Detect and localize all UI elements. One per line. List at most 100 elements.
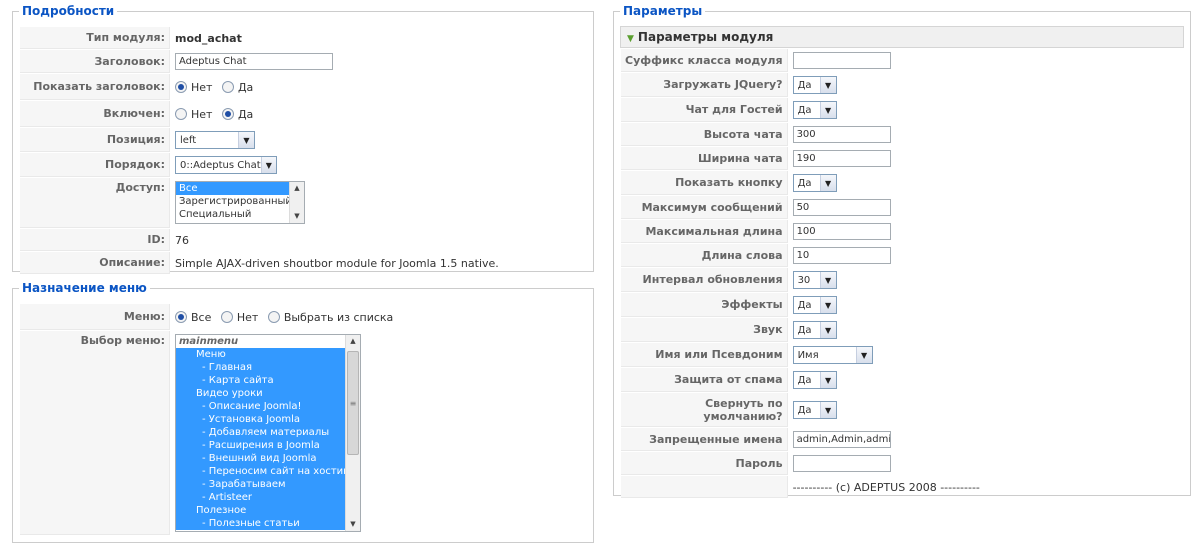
param-label: Пароль [621,452,788,475]
param-select-value: Да [797,104,812,116]
scroll-up-icon[interactable]: ▲ [290,182,304,195]
param-label: Свернуть по умолчанию? [621,393,788,427]
menu-list-item[interactable]: Видео уроки [176,387,345,400]
menu-list-item[interactable]: - Внешний вид Joomla [176,452,345,465]
param-label: Максимальная длина [621,220,788,243]
access-scrollbar[interactable]: ▲ ▼ [289,182,304,223]
params-legend: Параметры [623,4,703,18]
position-select[interactable]: left ▼ [175,131,255,149]
param-input[interactable] [792,52,891,69]
chevron-down-icon: ▼ [238,132,254,148]
order-value: 0::Adeptus Chat [180,159,261,171]
menu-listbox[interactable]: mainmenu Меню - Главная - Карта сайта Видео… [175,334,361,532]
enabled-yes-radio[interactable] [221,108,234,121]
menu-list-item[interactable]: - Переносим сайт на хостинг [176,465,345,478]
scroll-down-icon[interactable]: ▼ [346,518,360,531]
access-option[interactable]: Специальный [176,208,289,221]
details-legend: Подробности [22,4,115,18]
param-input[interactable]: 10 [792,247,891,264]
param-input[interactable]: 190 [792,150,891,167]
chevron-down-icon: ▼ [260,157,276,173]
param-label: Загружать JQuery? [621,73,788,97]
chevron-down-icon: ▼ [819,322,836,338]
footer-key-cell [621,476,788,498]
menus-select-label: Выбрать из списка [283,310,394,324]
param-input[interactable] [792,455,891,472]
title-input[interactable]: Adeptus Chat [175,53,333,70]
param-select[interactable]: Имя ▼ [792,346,873,364]
id-label: ID: [20,229,170,251]
chevron-down-icon: ▼ [819,77,836,93]
params-panel-header[interactable]: ▼ Параметры модуля [620,26,1184,48]
title-label: Заголовок: [20,50,170,73]
param-select[interactable]: Да ▼ [792,101,837,119]
param-select[interactable]: Да ▼ [792,296,837,314]
params-table: Суффикс класса модуля Загружать JQuery? Да… [620,48,1184,499]
details-table: Тип модуля: mod_achat Заголовок: Adeptus… [19,26,587,275]
chevron-down-icon: ▼ [819,175,836,191]
scroll-up-icon[interactable]: ▲ [346,335,360,348]
param-select-value: Да [797,177,812,189]
param-select[interactable]: Да ▼ [792,76,837,94]
order-select[interactable]: 0::Adeptus Chat ▼ [175,156,277,174]
param-select[interactable]: Да ▼ [792,401,837,419]
menu-list-item[interactable]: - Зарабатываем [176,478,345,491]
menu-list-item[interactable]: - Artisteer [176,491,345,504]
param-select-value: 30 [797,274,811,286]
menu-list-item[interactable]: Полезное [176,504,345,517]
triangle-down-icon: ▼ [627,34,634,44]
show-title-yes-radio[interactable] [221,81,234,94]
param-select[interactable]: 30 ▼ [792,271,837,289]
menu-assignment-legend: Назначение меню [22,281,147,295]
show-title-no-radio[interactable] [175,81,187,94]
param-label: Ширина чата [621,147,788,170]
show-title-yes-label: Да [237,80,254,94]
access-option[interactable]: Все [176,182,289,195]
param-label: Эффекты [621,293,788,317]
param-label: Интервал обновления [621,268,788,292]
menus-select-radio[interactable] [267,311,280,324]
param-select[interactable]: Да ▼ [792,321,837,339]
param-label: Чат для Гостей [621,98,788,122]
param-select[interactable]: Да ▼ [792,174,837,192]
menu-list-item[interactable]: - Карта сайта [176,374,345,387]
param-label: Высота чата [621,123,788,146]
menus-none-radio[interactable] [220,311,233,324]
menu-list-item[interactable]: - Расширения в Joomla [176,439,345,452]
menus-label: Меню: [20,304,170,330]
access-listbox[interactable]: Все Зарегистрированный Специальный ▲ ▼ [175,181,305,224]
id-value: 76 [175,233,189,247]
param-input[interactable]: admin,Admin,adminis [792,431,891,448]
param-label: Звук [621,318,788,342]
param-input[interactable]: 50 [792,199,891,216]
access-label: Доступ: [20,178,170,228]
scroll-down-icon[interactable]: ▼ [290,210,304,223]
menu-list-item[interactable]: - Главная [176,361,345,374]
enabled-no-radio[interactable] [175,108,187,121]
scroll-thumb[interactable]: ≡ [347,351,359,455]
param-label: Длина слова [621,244,788,267]
details-fieldset: Подробности Тип модуля: mod_achat Заголо… [12,4,594,275]
module-type-value: mod_achat [175,31,242,45]
menus-all-radio[interactable] [175,311,187,324]
params-panel-title: Параметры модуля [637,30,774,44]
param-input[interactable]: 300 [792,126,891,143]
order-label: Порядок: [20,153,170,177]
param-label: Суффикс класса модуля [621,49,788,72]
menu-list-item[interactable]: - Описание Joomla! [176,400,345,413]
param-label: Имя или Псевдоним [621,343,788,367]
menu-scrollbar[interactable]: ▲ ≡ ▼ [345,335,360,531]
menu-list-item[interactable]: - Добавляем материалы [176,426,345,439]
access-option[interactable]: Зарегистрированный [176,195,289,208]
menus-all-label: Все [191,310,212,324]
chevron-down-icon: ▼ [855,347,872,363]
menu-assignment-fieldset: Назначение меню Меню: Все Нет Выбрать из… [12,281,594,543]
menu-list-item[interactable]: - Установка Joomla [176,413,345,426]
param-label: Защита от спама [621,368,788,392]
param-select-value: Да [797,79,812,91]
menu-list-item[interactable]: - Полезные статьи [176,517,345,530]
menu-list-item[interactable]: Меню [176,348,345,361]
param-select[interactable]: Да ▼ [792,371,837,389]
param-input[interactable]: 100 [792,223,891,240]
module-type-label: Тип модуля: [20,27,170,49]
